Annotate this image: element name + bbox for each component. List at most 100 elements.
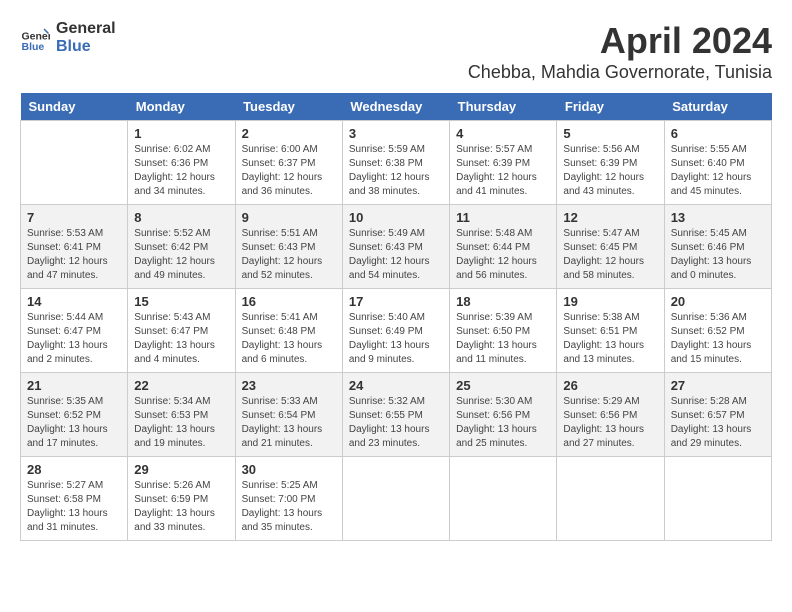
calendar-cell: 19Sunrise: 5:38 AM Sunset: 6:51 PM Dayli…: [557, 289, 664, 373]
day-number: 8: [134, 210, 228, 225]
month-title: April 2024: [468, 20, 772, 62]
calendar-cell: 28Sunrise: 5:27 AM Sunset: 6:58 PM Dayli…: [21, 457, 128, 541]
day-content: Sunrise: 5:25 AM Sunset: 7:00 PM Dayligh…: [242, 479, 336, 535]
day-content: Sunrise: 5:47 AM Sunset: 6:45 PM Dayligh…: [563, 227, 657, 283]
day-number: 10: [349, 210, 443, 225]
calendar-cell: 13 Sunrise: 5:45 AM Sunset: 6:46 PM Dayli…: [664, 205, 771, 289]
day-number: 15: [134, 294, 228, 309]
calendar-cell: 24 Sunrise: 5:32 AM Sunset: 6:55 PM Dayli…: [342, 373, 449, 457]
day-content: Sunrise: 5:40 AM Sunset: 6:49 PM Dayligh…: [349, 311, 443, 367]
calendar-cell: 15 Sunrise: 5:43 AM Sunset: 6:47 PM Dayli…: [128, 289, 235, 373]
day-content: Sunrise: 5:28 AM Sunset: 6:57 PM Dayligh…: [671, 395, 765, 451]
calendar-table: SundayMondayTuesdayWednesdayThursdayFrid…: [20, 93, 772, 541]
logo-line1: General: [56, 20, 116, 38]
calendar-cell: [21, 121, 128, 205]
calendar-cell: [450, 457, 557, 541]
week-row-3: 14 Sunrise: 5:44 AM Sunset: 6:47 PM Dayli…: [21, 289, 772, 373]
day-number: 2: [242, 126, 336, 141]
calendar-cell: 6 Sunrise: 5:55 AM Sunset: 6:40 PM Daylig…: [664, 121, 771, 205]
day-content: Sunrise: 5:34 AM Sunset: 6:53 PM Dayligh…: [134, 395, 228, 451]
calendar-cell: 10 Sunrise: 5:49 AM Sunset: 6:43 PM Dayli…: [342, 205, 449, 289]
day-number: 22: [134, 378, 228, 393]
day-number: 25: [456, 378, 550, 393]
calendar-cell: 9 Sunrise: 5:51 AM Sunset: 6:43 PM Daylig…: [235, 205, 342, 289]
day-number: 23: [242, 378, 336, 393]
week-row-5: 28Sunrise: 5:27 AM Sunset: 6:58 PM Dayli…: [21, 457, 772, 541]
calendar-cell: 25 Sunrise: 5:30 AM Sunset: 6:56 PM Dayli…: [450, 373, 557, 457]
calendar-cell: 20Sunrise: 5:36 AM Sunset: 6:52 PM Dayli…: [664, 289, 771, 373]
page-header: General Blue General Blue April 2024 Che…: [20, 20, 772, 83]
logo-icon: General Blue: [20, 23, 50, 53]
day-number: 12: [563, 210, 657, 225]
week-row-1: 1 Sunrise: 6:02 AM Sunset: 6:36 PM Daylig…: [21, 121, 772, 205]
day-number: 6: [671, 126, 765, 141]
calendar-cell: [342, 457, 449, 541]
day-number: 27: [671, 378, 765, 393]
calendar-cell: 27 Sunrise: 5:28 AM Sunset: 6:57 PM Dayli…: [664, 373, 771, 457]
calendar-cell: 5 Sunrise: 5:56 AM Sunset: 6:39 PM Daylig…: [557, 121, 664, 205]
day-content: Sunrise: 5:44 AM Sunset: 6:47 PM Dayligh…: [27, 311, 121, 367]
day-content: Sunrise: 5:29 AM Sunset: 6:56 PM Dayligh…: [563, 395, 657, 451]
day-content: Sunrise: 5:32 AM Sunset: 6:55 PM Dayligh…: [349, 395, 443, 451]
calendar-cell: 29 Sunrise: 5:26 AM Sunset: 6:59 PM Dayli…: [128, 457, 235, 541]
calendar-cell: 2 Sunrise: 6:00 AM Sunset: 6:37 PM Daylig…: [235, 121, 342, 205]
col-header-tuesday: Tuesday: [235, 93, 342, 121]
calendar-cell: 4 Sunrise: 5:57 AM Sunset: 6:39 PM Daylig…: [450, 121, 557, 205]
svg-text:Blue: Blue: [22, 41, 45, 53]
day-number: 4: [456, 126, 550, 141]
day-number: 24: [349, 378, 443, 393]
day-number: 30: [242, 462, 336, 477]
week-row-2: 7Sunrise: 5:53 AM Sunset: 6:41 PM Daylig…: [21, 205, 772, 289]
day-content: Sunrise: 5:51 AM Sunset: 6:43 PM Dayligh…: [242, 227, 336, 283]
day-content: Sunrise: 6:02 AM Sunset: 6:36 PM Dayligh…: [134, 143, 228, 199]
day-number: 26: [563, 378, 657, 393]
calendar-cell: 23 Sunrise: 5:33 AM Sunset: 6:54 PM Dayli…: [235, 373, 342, 457]
day-number: 16: [242, 294, 336, 309]
day-content: Sunrise: 5:48 AM Sunset: 6:44 PM Dayligh…: [456, 227, 550, 283]
day-number: 17: [349, 294, 443, 309]
calendar-cell: 18Sunrise: 5:39 AM Sunset: 6:50 PM Dayli…: [450, 289, 557, 373]
day-content: Sunrise: 5:45 AM Sunset: 6:46 PM Dayligh…: [671, 227, 765, 283]
day-number: 5: [563, 126, 657, 141]
day-number: 29: [134, 462, 228, 477]
day-content: Sunrise: 6:00 AM Sunset: 6:37 PM Dayligh…: [242, 143, 336, 199]
col-header-wednesday: Wednesday: [342, 93, 449, 121]
day-number: 28: [27, 462, 121, 477]
day-number: 9: [242, 210, 336, 225]
day-number: 18: [456, 294, 550, 309]
calendar-cell: 26 Sunrise: 5:29 AM Sunset: 6:56 PM Dayli…: [557, 373, 664, 457]
calendar-cell: 17 Sunrise: 5:40 AM Sunset: 6:49 PM Dayli…: [342, 289, 449, 373]
week-row-4: 21Sunrise: 5:35 AM Sunset: 6:52 PM Dayli…: [21, 373, 772, 457]
day-content: Sunrise: 5:33 AM Sunset: 6:54 PM Dayligh…: [242, 395, 336, 451]
day-number: 11: [456, 210, 550, 225]
col-header-friday: Friday: [557, 93, 664, 121]
calendar-cell: 14 Sunrise: 5:44 AM Sunset: 6:47 PM Dayli…: [21, 289, 128, 373]
logo-line2: Blue: [56, 38, 116, 56]
day-number: 3: [349, 126, 443, 141]
day-number: 13: [671, 210, 765, 225]
day-content: Sunrise: 5:59 AM Sunset: 6:38 PM Dayligh…: [349, 143, 443, 199]
day-content: Sunrise: 5:49 AM Sunset: 6:43 PM Dayligh…: [349, 227, 443, 283]
col-header-sunday: Sunday: [21, 93, 128, 121]
calendar-cell: 22 Sunrise: 5:34 AM Sunset: 6:53 PM Dayli…: [128, 373, 235, 457]
title-section: April 2024 Chebba, Mahdia Governorate, T…: [468, 20, 772, 83]
calendar-cell: 12 Sunrise: 5:47 AM Sunset: 6:45 PM Dayli…: [557, 205, 664, 289]
day-content: Sunrise: 5:53 AM Sunset: 6:41 PM Dayligh…: [27, 227, 121, 283]
day-number: 14: [27, 294, 121, 309]
day-content: Sunrise: 5:55 AM Sunset: 6:40 PM Dayligh…: [671, 143, 765, 199]
col-header-saturday: Saturday: [664, 93, 771, 121]
day-content: Sunrise: 5:57 AM Sunset: 6:39 PM Dayligh…: [456, 143, 550, 199]
day-content: Sunrise: 5:35 AM Sunset: 6:52 PM Dayligh…: [27, 395, 121, 451]
col-header-thursday: Thursday: [450, 93, 557, 121]
day-content: Sunrise: 5:26 AM Sunset: 6:59 PM Dayligh…: [134, 479, 228, 535]
location-subtitle: Chebba, Mahdia Governorate, Tunisia: [468, 62, 772, 83]
calendar-cell: 21Sunrise: 5:35 AM Sunset: 6:52 PM Dayli…: [21, 373, 128, 457]
day-content: Sunrise: 5:41 AM Sunset: 6:48 PM Dayligh…: [242, 311, 336, 367]
day-content: Sunrise: 5:43 AM Sunset: 6:47 PM Dayligh…: [134, 311, 228, 367]
logo: General Blue General Blue: [20, 20, 116, 56]
calendar-cell: 8Sunrise: 5:52 AM Sunset: 6:42 PM Daylig…: [128, 205, 235, 289]
header-row: SundayMondayTuesdayWednesdayThursdayFrid…: [21, 93, 772, 121]
day-content: Sunrise: 5:56 AM Sunset: 6:39 PM Dayligh…: [563, 143, 657, 199]
day-content: Sunrise: 5:30 AM Sunset: 6:56 PM Dayligh…: [456, 395, 550, 451]
day-number: 1: [134, 126, 228, 141]
